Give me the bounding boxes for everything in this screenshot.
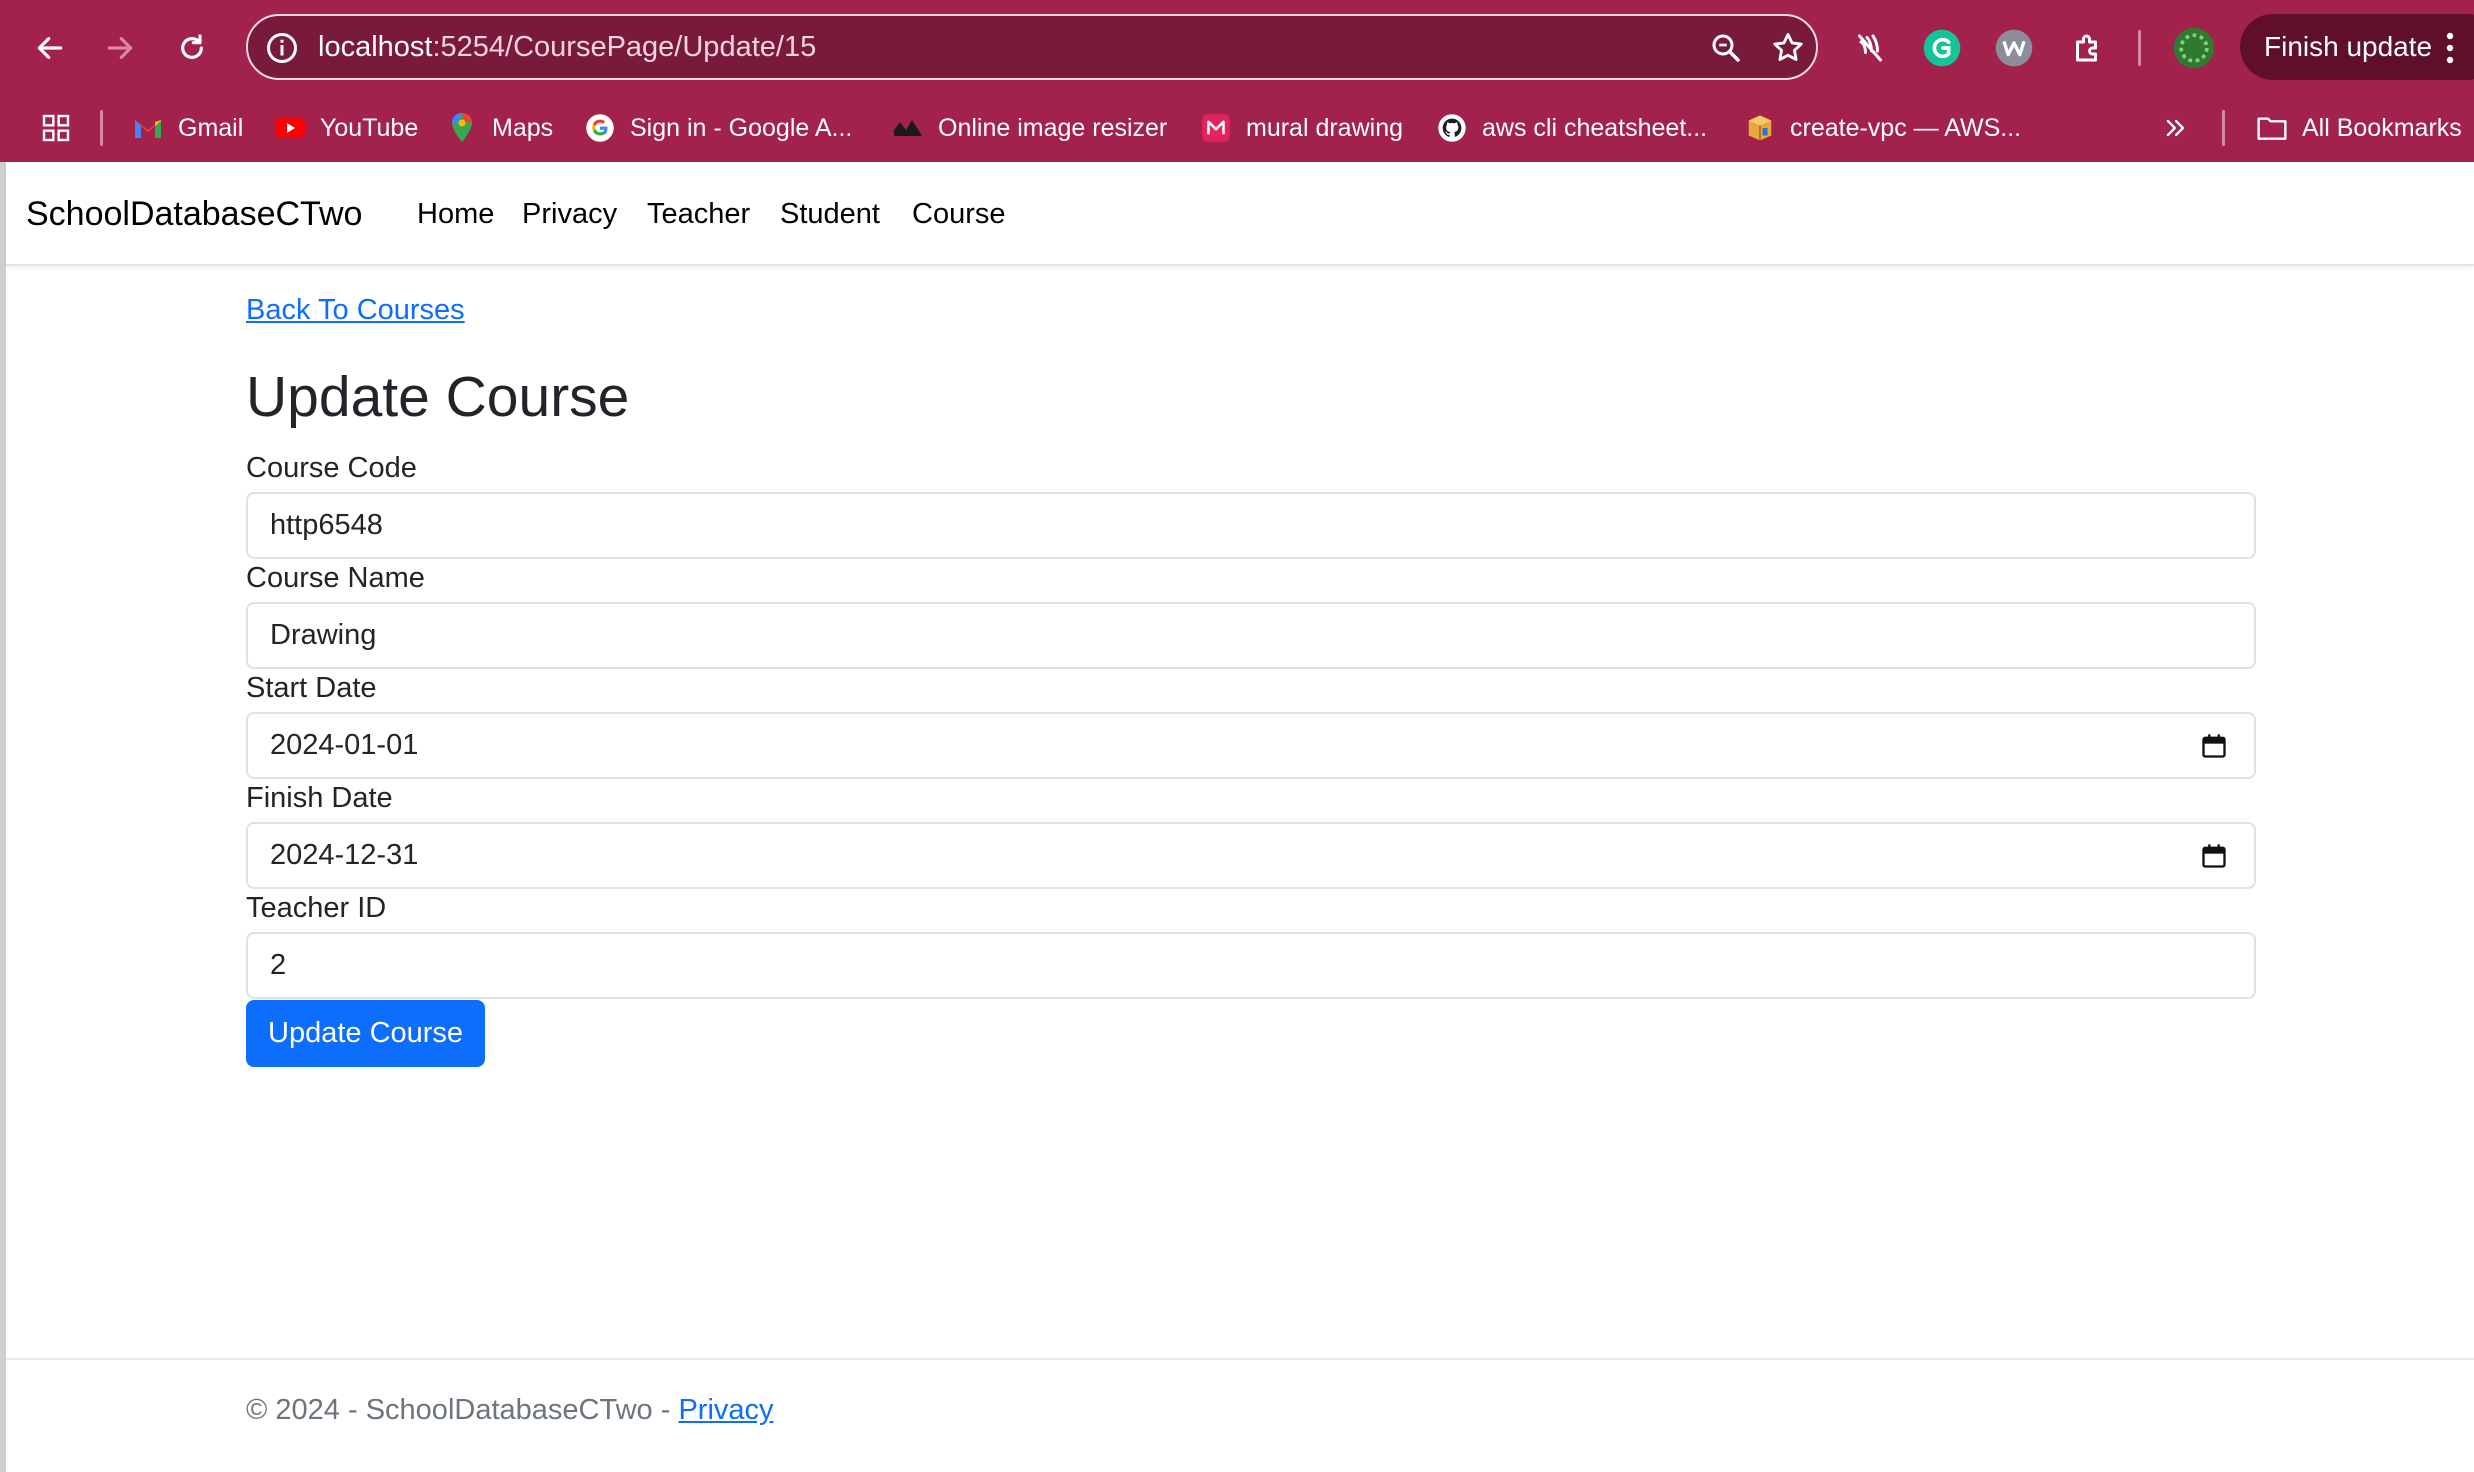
maps-icon [446, 112, 478, 144]
finish-date-input[interactable]: 2024-12-31 [246, 822, 2256, 889]
bookmarks-bar: Gmail YouTube Maps Sign in - Google A...… [0, 96, 2474, 162]
course-code-label: Course Code [246, 452, 417, 484]
bookmark-create-vpc[interactable]: create-vpc — AWS... [1744, 106, 2021, 150]
calendar-icon[interactable] [2200, 842, 2228, 870]
google-icon [584, 112, 616, 144]
back-to-courses-link[interactable]: Back To Courses [246, 294, 465, 327]
course-name-label: Course Name [246, 562, 425, 594]
footer-privacy-link[interactable]: Privacy [678, 1394, 773, 1426]
toolbar-divider [2138, 30, 2141, 66]
all-bookmarks-label: All Bookmarks [2302, 113, 2462, 142]
site-info-icon[interactable] [264, 30, 300, 66]
start-date-label: Start Date [246, 672, 377, 704]
aws-box-icon [1744, 112, 1776, 144]
youtube-icon [274, 112, 306, 144]
bookmark-google-signin[interactable]: Sign in - Google A... [584, 106, 852, 150]
url-path: :5254/CoursePage/Update/15 [432, 31, 817, 63]
bookmark-label: aws cli cheatsheet... [1482, 113, 1708, 142]
nav-link-privacy[interactable]: Privacy [522, 162, 617, 266]
calendar-icon[interactable] [2200, 732, 2228, 760]
wordtune-icon[interactable] [1992, 26, 2036, 70]
gmail-icon [132, 112, 164, 144]
footer-copyright: © 2024 - SchoolDatabaseCTwo - [246, 1394, 679, 1426]
bookmark-label: mural drawing [1246, 113, 1404, 142]
web-page: SchoolDatabaseCTwo Home Privacy Teacher … [6, 162, 2474, 1472]
bookmark-aws-cli[interactable]: aws cli cheatsheet... [1436, 106, 1707, 150]
finish-update-button[interactable]: Finish update [2240, 14, 2474, 80]
teacher-id-label: Teacher ID [246, 892, 387, 924]
back-arrow-icon[interactable] [24, 22, 76, 74]
apps-grid-icon[interactable] [40, 106, 72, 150]
browser-frame: localhost:5254/CoursePage/Update/15 Fini… [0, 0, 2474, 162]
site-brand[interactable]: SchoolDatabaseCTwo [26, 162, 362, 266]
course-code-input[interactable]: http6548 [246, 492, 2256, 559]
start-date-value: 2024-01-01 [270, 729, 419, 761]
reload-icon[interactable] [166, 22, 218, 74]
browser-toolbar: localhost:5254/CoursePage/Update/15 Fini… [0, 0, 2474, 96]
more-bookmarks-chevron-icon[interactable] [2162, 106, 2190, 150]
bookmark-mural[interactable]: mural drawing [1200, 106, 1403, 150]
grammarly-icon[interactable] [1920, 26, 1964, 70]
browser-menu-icon[interactable] [2440, 28, 2460, 68]
address-bar[interactable]: localhost:5254/CoursePage/Update/15 [246, 14, 1818, 80]
url-text[interactable]: localhost:5254/CoursePage/Update/15 [318, 16, 816, 78]
page-title: Update Course [246, 365, 630, 429]
course-code-value: http6548 [270, 509, 383, 541]
forward-arrow-icon[interactable] [94, 22, 146, 74]
bookmark-label: Gmail [178, 113, 244, 142]
url-host: localhost [318, 31, 433, 63]
teacher-id-input[interactable]: 2 [246, 932, 2256, 999]
bookmark-image-resizer[interactable]: Online image resizer [892, 106, 1167, 150]
finish-date-label: Finish Date [246, 782, 393, 814]
mural-icon [1200, 112, 1232, 144]
site-footer: © 2024 - SchoolDatabaseCTwo - Privacy [6, 1358, 2474, 1472]
bookmark-gmail[interactable]: Gmail [132, 106, 243, 150]
update-course-button[interactable]: Update Course [246, 1000, 486, 1067]
bookmark-label: Online image resizer [938, 113, 1168, 142]
all-bookmarks-button[interactable]: All Bookmarks [2256, 106, 2462, 150]
nav-link-student[interactable]: Student [780, 162, 880, 266]
start-date-input[interactable]: 2024-01-01 [246, 712, 2256, 779]
bookmark-label: Sign in - Google A... [630, 113, 853, 142]
bookmarks-divider [100, 110, 103, 146]
footer-text: © 2024 - SchoolDatabaseCTwo - Privacy [246, 1394, 774, 1427]
bookmark-label: create-vpc — AWS... [1790, 113, 2022, 142]
finish-date-value: 2024-12-31 [270, 839, 419, 871]
bookmarks-divider [2222, 110, 2225, 146]
bookmark-youtube[interactable]: YouTube [274, 106, 418, 150]
nav-link-home[interactable]: Home [417, 162, 494, 266]
nav-link-teacher[interactable]: Teacher [647, 162, 750, 266]
nav-link-course[interactable]: Course [912, 162, 1006, 266]
extensions-puzzle-icon[interactable] [2066, 26, 2110, 70]
course-name-input[interactable]: Drawing [246, 602, 2256, 669]
folder-icon [2256, 112, 2288, 144]
bookmark-label: YouTube [320, 113, 419, 142]
course-name-value: Drawing [270, 619, 377, 651]
github-icon [1436, 112, 1468, 144]
zoom-icon[interactable] [1708, 30, 1744, 66]
bookmark-maps[interactable]: Maps [446, 106, 553, 150]
profile-avatar-icon[interactable] [2172, 26, 2216, 70]
site-navbar: SchoolDatabaseCTwo Home Privacy Teacher … [6, 162, 2474, 266]
resizer-icon [892, 112, 924, 144]
bookmark-label: Maps [492, 113, 554, 142]
extension-bird-icon[interactable] [1848, 26, 1892, 70]
teacher-id-value: 2 [270, 949, 287, 981]
bookmark-star-icon[interactable] [1770, 30, 1806, 66]
